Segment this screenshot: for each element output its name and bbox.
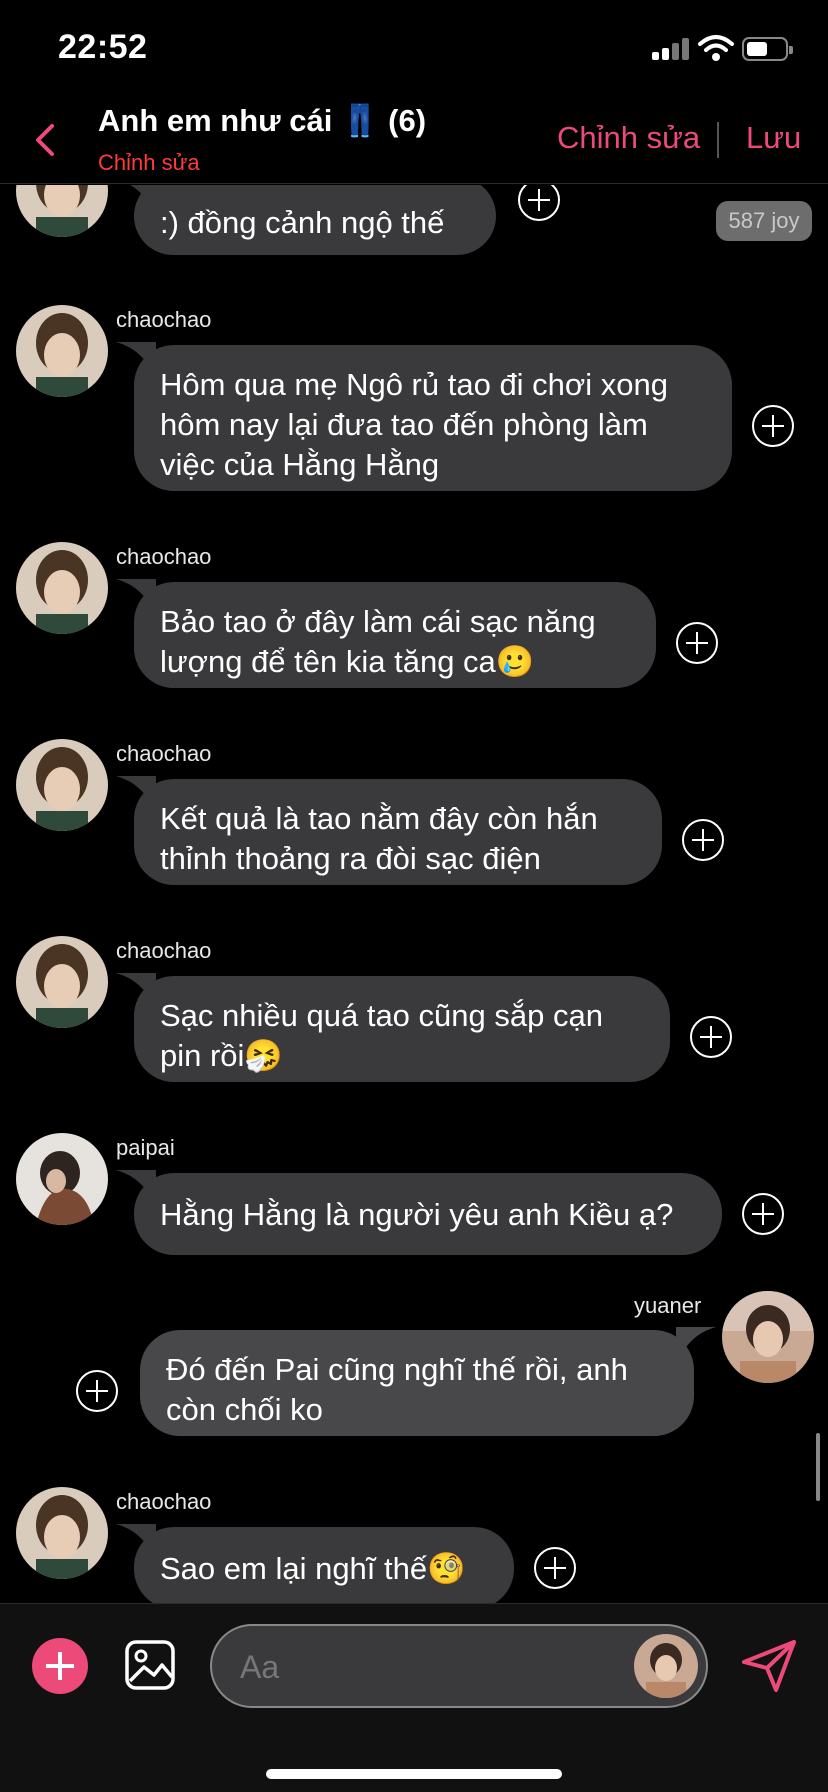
sender-name: yuaner bbox=[634, 1293, 702, 1318]
sender-name: chaochao bbox=[116, 938, 212, 963]
message-bubble[interactable]: Sạc nhiều quá tao cũng sắp cạn pin rồi🤧 bbox=[134, 976, 670, 1082]
message-text: Kết quả là tao nằm đây còn hắn thỉnh tho… bbox=[160, 801, 598, 876]
message-text: Sao em lại nghĩ thế🧐 bbox=[160, 1551, 466, 1586]
chat-title: Anh em như cái 👖 (6) bbox=[98, 103, 427, 138]
react-plus-button[interactable] bbox=[518, 185, 560, 221]
react-plus-button[interactable] bbox=[76, 1370, 118, 1412]
chat-subtitle[interactable]: Chỉnh sửa bbox=[98, 150, 200, 176]
message-bubble[interactable]: Hôm qua mẹ Ngô rủ tao đi chơi xong hôm n… bbox=[134, 345, 732, 491]
chat-header: Anh em như cái 👖 (6) Chỉnh sửa Chỉnh sửa… bbox=[0, 92, 828, 184]
input-sticker-avatar[interactable] bbox=[634, 1634, 698, 1698]
joy-badge: 587 joy bbox=[716, 201, 812, 241]
message-bubble[interactable]: Sao em lại nghĩ thế🧐 bbox=[134, 1527, 514, 1603]
message-text: Hằng Hằng là người yêu anh Kiều ạ? bbox=[160, 1197, 674, 1232]
message-bubble[interactable]: Kết quả là tao nằm đây còn hắn thỉnh tho… bbox=[134, 779, 662, 885]
avatar-chaochao[interactable] bbox=[16, 542, 108, 634]
avatar-chaochao[interactable] bbox=[16, 305, 108, 397]
add-button[interactable] bbox=[32, 1638, 88, 1694]
react-plus-button[interactable] bbox=[676, 622, 718, 664]
sender-name: chaochao bbox=[116, 307, 212, 332]
sender-name: paipai bbox=[116, 1135, 175, 1160]
avatar-yuaner[interactable] bbox=[722, 1291, 814, 1383]
status-time: 22:52 bbox=[58, 28, 148, 66]
react-plus-button[interactable] bbox=[682, 819, 724, 861]
scrollbar[interactable] bbox=[816, 1433, 820, 1501]
message-text: Bảo tao ở đây làm cái sạc năng lượng để … bbox=[160, 604, 596, 679]
wifi-icon bbox=[698, 35, 734, 61]
react-plus-button[interactable] bbox=[752, 405, 794, 447]
message-input-field[interactable] bbox=[210, 1624, 708, 1708]
image-icon[interactable] bbox=[124, 1639, 176, 1691]
edit-button[interactable]: Chỉnh sửa bbox=[557, 120, 700, 156]
back-chevron-icon[interactable] bbox=[30, 120, 60, 160]
message-text: Sạc nhiều quá tao cũng sắp cạn pin rồi🤧 bbox=[160, 998, 603, 1073]
status-bar: 22:52 bbox=[0, 0, 828, 92]
message-text: Đó đến Pai cũng nghĩ thế rồi, anh còn ch… bbox=[166, 1352, 628, 1427]
avatar-paipai[interactable] bbox=[16, 1133, 108, 1225]
signal-icon bbox=[652, 38, 690, 60]
sender-name: chaochao bbox=[116, 1489, 212, 1514]
message-bubble[interactable]: Đó đến Pai cũng nghĩ thế rồi, anh còn ch… bbox=[140, 1330, 694, 1436]
home-indicator bbox=[266, 1769, 562, 1779]
react-plus-button[interactable] bbox=[742, 1193, 784, 1235]
battery-icon bbox=[742, 37, 793, 61]
avatar-chaochao[interactable] bbox=[16, 739, 108, 831]
send-icon[interactable] bbox=[740, 1636, 798, 1694]
chat-messages[interactable]: :) đồng cảnh ngộ thế 587 joy chaochao Hô… bbox=[0, 185, 828, 1603]
avatar-chaochao[interactable] bbox=[16, 936, 108, 1028]
composer-bar bbox=[0, 1603, 828, 1792]
message-text: :) đồng cảnh ngộ thế bbox=[160, 205, 445, 240]
avatar-chaochao[interactable] bbox=[16, 185, 108, 237]
avatar-chaochao[interactable] bbox=[16, 1487, 108, 1579]
message-input[interactable] bbox=[240, 1646, 580, 1688]
react-plus-button[interactable] bbox=[534, 1547, 576, 1589]
save-button[interactable]: Lưu bbox=[746, 120, 801, 156]
message-bubble[interactable]: Hằng Hằng là người yêu anh Kiều ạ? bbox=[134, 1173, 722, 1255]
message-bubble[interactable]: :) đồng cảnh ngộ thế bbox=[134, 185, 496, 255]
message-bubble[interactable]: Bảo tao ở đây làm cái sạc năng lượng để … bbox=[134, 582, 656, 688]
header-divider bbox=[717, 122, 719, 158]
react-plus-button[interactable] bbox=[690, 1016, 732, 1058]
message-text: Hôm qua mẹ Ngô rủ tao đi chơi xong hôm n… bbox=[160, 367, 668, 482]
sender-name: chaochao bbox=[116, 544, 212, 569]
sender-name: chaochao bbox=[116, 741, 212, 766]
